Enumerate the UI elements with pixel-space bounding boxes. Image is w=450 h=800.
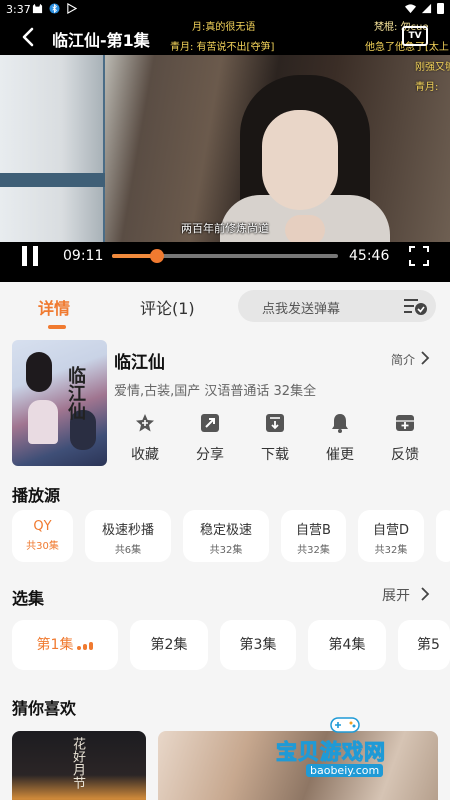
cat-notification-icon [32,3,43,14]
recommend-title: 猜你喜欢 [12,699,77,718]
video-figure-left [0,55,105,242]
player-titlebar: 临江仙-第1集 TV [0,20,450,54]
watermark-url: baobeiy.com [306,764,384,777]
bell-icon [332,414,348,433]
episode-chip[interactable]: 第1集 [12,620,118,670]
feedback-button[interactable]: 反馈 [381,410,429,466]
video-frame[interactable] [0,55,450,242]
chevron-right-icon[interactable] [419,585,431,603]
episode-chip[interactable]: 第4集 [308,620,386,670]
urge-update-label: 催更 [326,447,354,463]
source-chip-self-d[interactable]: 自营D 共32集 [358,510,424,562]
source-name: QY [33,519,52,534]
source-count: 共30集 [26,541,59,552]
detail-tabs: 详情 评论(1) 点我发送弹幕 [0,282,450,330]
wifi-icon [405,4,416,14]
episode-label: 第3集 [239,637,277,653]
play-store-icon [67,3,77,14]
recommend-card[interactable]: 花好月节 [12,731,146,800]
source-name: 自营D [372,523,409,538]
tab-detail[interactable]: 详情 [38,295,70,319]
download-label: 下载 [261,447,289,463]
status-time: 3:37 [6,3,31,16]
battery-icon [437,3,444,14]
app-root: 两百年前修炼尚道 3:37 月:真的很无语 梵棍: 勿cue 青月: 有苦说不出… [0,0,450,800]
back-arrow-icon[interactable] [18,26,40,48]
gamepad-logo-icon [330,717,360,733]
danmaku-item: 青月: [415,82,439,93]
source-name: 极速秒播 [101,523,154,538]
video-player[interactable]: 两百年前修炼尚道 3:37 月:真的很无语 梵棍: 勿cue 青月: 有苦说不出… [0,0,450,282]
chevron-right-icon[interactable] [419,349,431,367]
tab-comments[interactable]: 评论(1) [140,295,195,319]
video-subtitle: 两百年前修炼尚道 [181,222,269,235]
danmu-send-placeholder: 点我发送弹幕 [262,302,341,317]
pause-icon[interactable] [22,246,40,266]
expand-link[interactable]: 展开 [382,585,410,605]
show-meta: 爱情,古装,国产 汉语普通话 32集全 [114,384,317,399]
episode-chip[interactable]: 第5 [398,620,450,670]
source-count: 共32集 [374,545,408,556]
fullscreen-icon[interactable] [409,246,429,266]
episode-label: 第5 [417,637,440,653]
video-figure-face [262,110,338,210]
danmaku-item: 刚强又够 [415,62,450,73]
episode-chip[interactable]: 第3集 [220,620,296,670]
bluetooth-icon [49,3,60,14]
recommend-poster-text: 花好月节 [70,737,85,789]
site-watermark: 宝贝游戏网 baobeiy.com [276,712,426,780]
player-controls: 09:11 45:46 [0,242,450,270]
source-count: 共6集 [114,545,142,556]
show-poster[interactable]: 临江仙 [12,340,107,466]
episode-label: 第4集 [328,637,366,653]
episode-chip[interactable]: 第2集 [130,620,208,670]
source-chip-self-b[interactable]: 自营B 共32集 [281,510,346,562]
status-bar: 3:37 [0,0,450,18]
download-icon [266,414,284,432]
playing-indicator-icon [77,640,94,650]
danmu-send-input[interactable]: 点我发送弹幕 [238,290,436,322]
tab-indicator [48,325,66,329]
download-button[interactable]: 下载 [251,410,299,466]
episode-label: 第1集 [36,637,74,653]
seek-thumb[interactable] [150,249,165,263]
source-name: 稳定极速 [199,523,252,538]
share-label: 分享 [196,447,224,463]
star-add-icon [136,414,154,432]
source-name: 自营B [296,523,331,538]
episode-label: 第2集 [150,637,188,653]
source-chip-fast[interactable]: 极速秒播 共6集 [85,510,171,562]
intro-link[interactable]: 简介 [391,351,415,368]
signal-icon [421,3,432,14]
source-chip-stable[interactable]: 稳定极速 共32集 [183,510,269,562]
share-icon [201,414,219,432]
feedback-icon [396,415,414,431]
share-button[interactable]: 分享 [186,410,234,466]
feedback-label: 反馈 [391,447,419,463]
total-time: 45:46 [349,248,390,264]
sources-title: 播放源 [12,486,61,505]
episodes-title: 选集 [12,589,45,608]
danmu-settings-icon[interactable] [402,296,428,316]
source-count: 共32集 [209,545,243,556]
source-count: 共32集 [297,545,330,556]
seek-bar[interactable] [112,249,338,263]
source-chip-qy[interactable]: QY 共30集 [12,510,73,562]
favorite-label: 收藏 [131,447,159,463]
poster-title-text: 临江仙 [65,366,86,420]
show-name: 临江仙 [114,353,165,373]
current-time: 09:11 [63,248,104,264]
tv-cast-icon[interactable]: TV [402,26,428,46]
watermark-text: 宝贝游戏网 [276,740,386,765]
urge-update-button[interactable]: 催更 [316,410,364,466]
video-title: 临江仙-第1集 [52,31,150,50]
source-chip-more[interactable] [436,510,450,562]
favorite-button[interactable]: 收藏 [121,410,169,466]
